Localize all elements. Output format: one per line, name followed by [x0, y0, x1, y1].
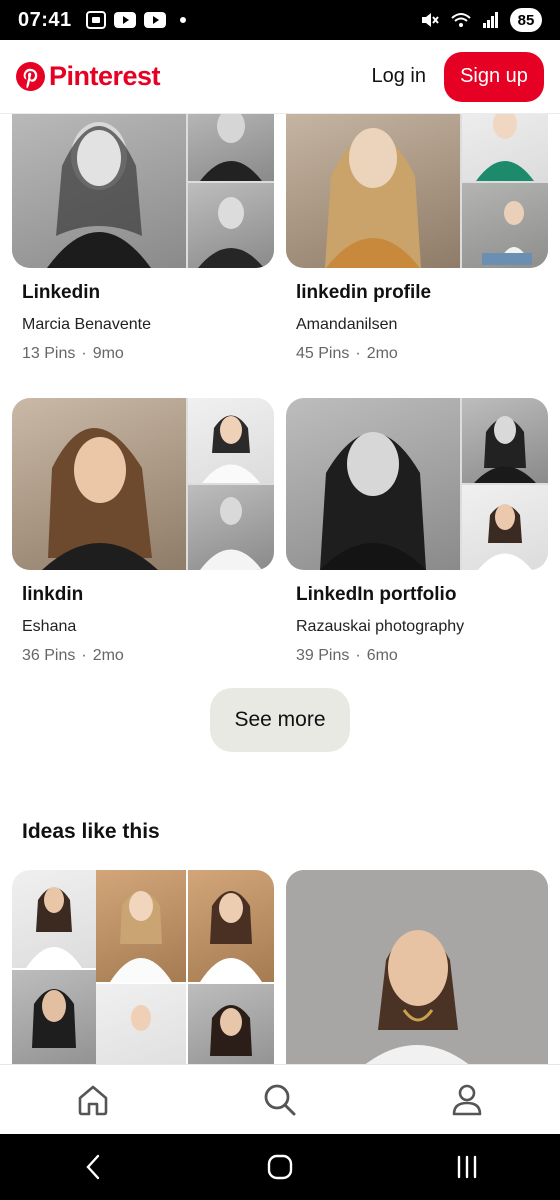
status-bar: 07:41 85 [0, 0, 560, 40]
meta-separator: · [81, 647, 87, 664]
signup-button[interactable]: Sign up [444, 51, 544, 102]
battery-level: 85 [510, 8, 542, 32]
board-cover-collage[interactable] [286, 114, 548, 268]
board-meta: 36 Pins · 2mo [22, 647, 274, 665]
idea-pin[interactable] [286, 870, 548, 1064]
pin-image [188, 870, 274, 982]
more-notifications-dot [179, 17, 186, 23]
board-thumb-image [462, 398, 548, 483]
board-cover-image [286, 398, 460, 570]
pin-count: 36 Pins [22, 647, 76, 664]
pin-image [286, 870, 548, 1064]
board-age: 2mo [92, 647, 124, 664]
login-button[interactable]: Log in [372, 65, 427, 88]
pin-count: 39 Pins [296, 647, 350, 664]
board-age: 6mo [366, 647, 398, 664]
meta-separator: · [81, 345, 87, 362]
status-system-icons: 85 [420, 8, 542, 32]
pin-image [12, 870, 96, 968]
board-cover-image [12, 114, 186, 268]
board-cover-collage[interactable] [12, 398, 274, 570]
board-age: 2mo [366, 345, 398, 362]
board-title[interactable]: Linkedin [22, 282, 274, 304]
board-owner: Eshana [22, 618, 77, 635]
idea-pin[interactable] [12, 870, 274, 1064]
pinterest-logo-icon [16, 62, 45, 91]
recents-icon[interactable] [437, 1142, 497, 1192]
meta-separator: · [355, 647, 361, 664]
mute-icon [420, 11, 440, 29]
pin-count: 45 Pins [296, 345, 350, 362]
board-cover-collage[interactable] [12, 114, 274, 268]
board-owner: Razauskai photography [296, 618, 465, 635]
board-title[interactable]: linkedin profile [296, 282, 548, 304]
pin-image [96, 984, 186, 1064]
pin-image [188, 984, 274, 1064]
board-thumb-image [188, 485, 274, 570]
bottom-navigation [0, 1064, 560, 1134]
home-circle-icon[interactable] [250, 1142, 310, 1192]
board-card[interactable]: LinkedIn portfolio Razauskai photography… [286, 398, 548, 665]
back-icon[interactable] [63, 1142, 123, 1192]
board-card[interactable]: linkedin profile Amandanilsen 45 Pins · 2m… [286, 114, 548, 363]
board-card[interactable]: linkdin Eshana 36 Pins · 2mo [12, 398, 274, 665]
youtube-icon [113, 12, 136, 28]
board-meta: 39 Pins · 6mo [296, 647, 548, 665]
board-owner: Marcia Benavente [22, 316, 151, 333]
status-time: 07:41 [18, 8, 72, 31]
app-header: Pinterest Log in Sign up [0, 40, 560, 114]
board-title[interactable]: LinkedIn portfolio [296, 584, 548, 606]
home-icon[interactable] [63, 1070, 123, 1130]
board-cover-image [286, 114, 460, 268]
board-owner: Amandanilsen [296, 316, 398, 333]
brand-name: Pinterest [49, 61, 161, 91]
board-card[interactable]: Linkedin Marcia Benavente 13 Pins · 9mo [12, 114, 274, 363]
profile-icon[interactable] [437, 1070, 497, 1130]
board-thumb-image [462, 485, 548, 570]
board-meta: 45 Pins · 2mo [296, 345, 548, 363]
board-thumb-image [462, 183, 548, 268]
signal-icon [482, 11, 500, 29]
board-title[interactable]: linkdin [22, 584, 274, 606]
pin-image [12, 970, 96, 1064]
meta-separator: · [355, 345, 361, 362]
search-icon[interactable] [250, 1070, 310, 1130]
board-thumb-image [188, 114, 274, 181]
see-more-button[interactable]: See more [210, 688, 350, 752]
board-cover-collage[interactable] [286, 398, 548, 570]
status-notification-icons [85, 11, 186, 29]
board-meta: 13 Pins · 9mo [22, 345, 274, 363]
screenshot-icon [85, 11, 106, 29]
board-age: 9mo [92, 345, 124, 362]
ideas-section-title: Ideas like this [22, 820, 160, 843]
board-thumb-image [188, 183, 274, 268]
wifi-icon [450, 11, 472, 29]
board-thumb-image [462, 114, 548, 181]
pin-count: 13 Pins [22, 345, 76, 362]
pinterest-logo[interactable]: Pinterest [16, 61, 161, 92]
youtube-icon [143, 12, 166, 28]
content-scroll-area[interactable]: Linkedin Marcia Benavente 13 Pins · 9mo li… [0, 114, 560, 1064]
board-cover-image [12, 398, 186, 570]
system-navigation-bar [0, 1134, 560, 1200]
pin-image [96, 870, 186, 982]
board-thumb-image [188, 398, 274, 483]
